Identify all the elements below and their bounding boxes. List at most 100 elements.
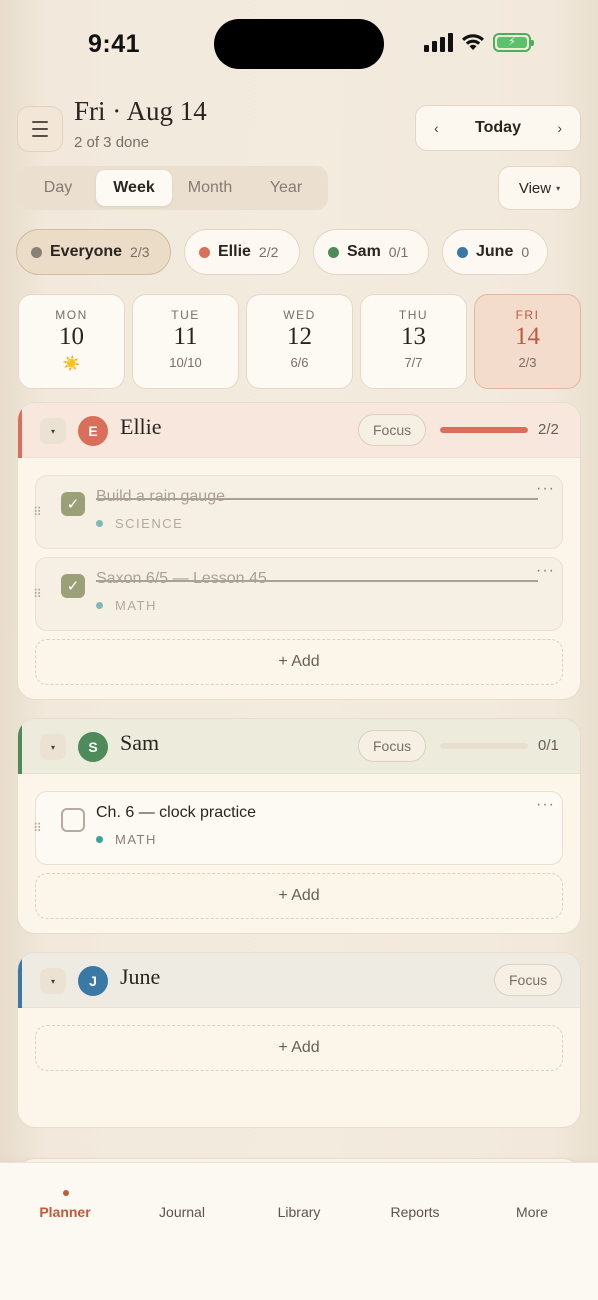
today-button[interactable]: Today xyxy=(475,119,521,137)
wifi-icon xyxy=(462,34,484,50)
day-card-tue[interactable]: TUE 11 10/10 xyxy=(132,294,239,389)
focus-button[interactable]: Focus xyxy=(494,964,563,996)
tab-week[interactable]: Week xyxy=(96,170,172,206)
day-name: WED xyxy=(283,308,316,322)
done-summary: 2 of 3 done xyxy=(74,134,150,151)
kid-card-sam: ▾ S Sam Focus 0/1 ⠿ Ch. 6 — clock practice MATH… xyxy=(17,718,581,934)
day-progress: 2/3 xyxy=(518,355,537,370)
task-checkbox[interactable] xyxy=(61,808,85,832)
day-name: TUE xyxy=(171,308,200,322)
subject-label: MATH xyxy=(115,832,157,847)
subject-dot xyxy=(96,836,103,843)
tab-library[interactable]: Library xyxy=(249,1204,349,1220)
subject-label: MATH xyxy=(115,598,157,613)
view-segmented-control: Day Week Month Year xyxy=(16,166,328,210)
kid-color-stripe xyxy=(18,403,22,458)
progress-bar xyxy=(440,743,528,749)
filter-chip-name: June xyxy=(476,243,514,260)
tab-year[interactable]: Year xyxy=(248,170,324,206)
day-number: 11 xyxy=(173,323,198,350)
tab-day[interactable]: Day xyxy=(20,170,96,206)
tab-reports[interactable]: Reports xyxy=(365,1204,465,1220)
day-card-mon[interactable]: MON 10 ☀️ xyxy=(18,294,125,389)
filter-chip-count: 0/1 xyxy=(388,244,409,260)
kid-name: Sam xyxy=(120,730,160,755)
date-navigator: ‹ Today › xyxy=(415,105,581,151)
cellular-signal-icon xyxy=(424,32,453,52)
day-card-wed[interactable]: WED 12 6/6 xyxy=(246,294,353,389)
day-number: 14 xyxy=(515,323,540,350)
add-task-button[interactable]: + Add xyxy=(35,1025,563,1071)
progress-bar-fill xyxy=(440,427,528,433)
subject-dot xyxy=(96,520,103,527)
menu-icon-bar xyxy=(32,135,48,137)
task-title: Build a rain gauge xyxy=(96,488,225,505)
collapse-button[interactable]: ▾ xyxy=(40,418,66,444)
kid-color-stripe xyxy=(18,953,22,1008)
collapse-button[interactable]: ▾ xyxy=(40,734,66,760)
focus-button[interactable]: Focus xyxy=(358,414,427,446)
strikethrough-line xyxy=(96,498,538,500)
progress-count: 0/1 xyxy=(538,737,559,754)
collapse-button[interactable]: ▾ xyxy=(40,968,66,994)
filter-color-dot xyxy=(328,246,339,258)
view-button-label: View xyxy=(518,179,552,197)
avatar: J xyxy=(78,966,108,996)
add-task-button[interactable]: + Add xyxy=(35,639,563,685)
next-day-button[interactable]: › xyxy=(557,120,562,136)
filter-chip-name: Everyone xyxy=(50,243,123,260)
subject-label: SCIENCE xyxy=(115,516,184,531)
active-tab-indicator xyxy=(63,1190,69,1196)
task-title: Ch. 6 — clock practice xyxy=(96,804,257,821)
day-progress: 7/7 xyxy=(404,355,423,370)
task-item[interactable]: ⠿ ✓ Build a rain gauge SCIENCE ··· xyxy=(33,475,563,549)
day-number: 12 xyxy=(287,323,312,350)
day-name: THU xyxy=(398,308,429,322)
task-item[interactable]: ⠿ Ch. 6 — clock practice MATH ··· xyxy=(33,791,563,865)
progress-count: 2/2 xyxy=(538,421,559,438)
kid-name: Ellie xyxy=(120,414,162,439)
day-progress: 6/6 xyxy=(290,355,309,370)
drag-handle-icon[interactable]: ⠿ xyxy=(33,506,42,518)
tab-more[interactable]: More xyxy=(482,1204,582,1220)
more-options-icon[interactable]: ··· xyxy=(536,796,555,814)
prev-day-button[interactable]: ‹ xyxy=(434,120,439,136)
drag-handle-icon[interactable]: ⠿ xyxy=(33,822,42,834)
kid-color-stripe xyxy=(18,719,22,774)
day-card-thu[interactable]: THU 13 7/7 xyxy=(360,294,467,389)
filter-chip-ellie[interactable]: Ellie 2/2 xyxy=(184,229,300,275)
status-time: 9:41 xyxy=(88,30,141,58)
battery-icon: ⚡ xyxy=(493,32,534,52)
tab-planner[interactable]: Planner xyxy=(15,1204,115,1220)
filter-chip-june[interactable]: June 0 xyxy=(442,229,548,275)
day-progress: 10/10 xyxy=(169,355,202,370)
menu-button[interactable] xyxy=(17,106,63,152)
add-task-button[interactable]: + Add xyxy=(35,873,563,919)
task-item[interactable]: ⠿ ✓ Saxon 6/5 — Lesson 45 MATH ··· xyxy=(33,557,563,631)
drag-handle-icon[interactable]: ⠿ xyxy=(33,588,42,600)
task-subject: SCIENCE xyxy=(96,516,183,531)
day-card-fri[interactable]: FRI 14 2/3 xyxy=(474,294,581,389)
tab-journal[interactable]: Journal xyxy=(132,1204,232,1220)
filter-color-dot xyxy=(31,246,42,258)
task-title: Saxon 6/5 — Lesson 45 xyxy=(96,570,267,587)
filter-chip-sam[interactable]: Sam 0/1 xyxy=(313,229,429,275)
filter-chip-everyone[interactable]: Everyone 2/3 xyxy=(16,229,171,275)
page-title: Fri · Aug 14 xyxy=(74,96,207,126)
view-button[interactable]: View ▾ xyxy=(498,166,581,210)
task-checkbox[interactable]: ✓ xyxy=(61,492,85,516)
menu-icon-bar xyxy=(32,128,48,130)
more-options-icon[interactable]: ··· xyxy=(536,480,555,498)
weather-sun-icon: ☀️ xyxy=(62,355,81,371)
filter-color-dot xyxy=(199,246,210,258)
task-checkbox[interactable]: ✓ xyxy=(61,574,85,598)
task-subject: MATH xyxy=(96,598,157,613)
tab-month[interactable]: Month xyxy=(172,170,248,206)
subject-dot xyxy=(96,602,103,609)
more-options-icon[interactable]: ··· xyxy=(536,562,555,580)
kid-card-ellie: ▾ E Ellie Focus 2/2 ⠿ ✓ Build a rain gauge SCIEN… xyxy=(17,402,581,700)
battery-charging-icon: ⚡ xyxy=(497,36,527,48)
day-number: 10 xyxy=(59,323,84,350)
strikethrough-line xyxy=(96,580,538,582)
focus-button[interactable]: Focus xyxy=(358,730,427,762)
